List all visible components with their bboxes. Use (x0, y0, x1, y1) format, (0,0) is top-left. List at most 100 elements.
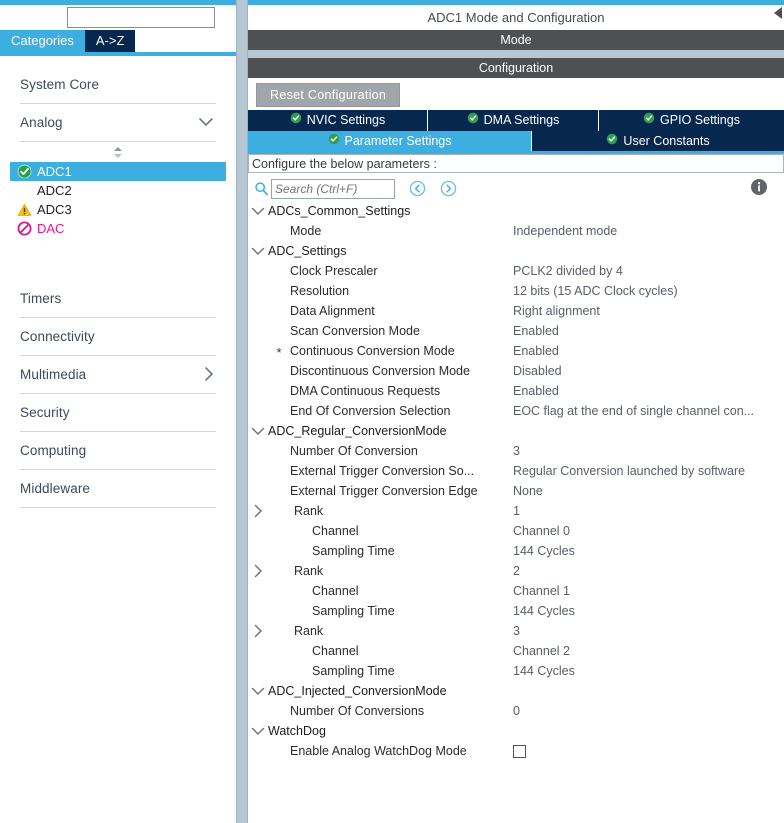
category-multimedia[interactable]: Multimedia (20, 356, 216, 394)
tree-param-row[interactable]: Sampling Time 144 Cycles (248, 601, 784, 621)
tree-row-value[interactable]: Right alignment (513, 304, 600, 318)
tab-nvic-settings[interactable]: NVIC Settings (248, 110, 428, 131)
tree-param-row[interactable]: Number Of Conversions 0 (248, 701, 784, 721)
search-icon (254, 181, 269, 196)
scroll-updown-icon[interactable] (10, 146, 226, 160)
tree-param-row[interactable]: External Trigger Conversion So... Regular… (248, 461, 784, 481)
peripheral-label: ADC1 (37, 164, 72, 179)
tree-row-value[interactable]: 3 (513, 444, 520, 458)
parameter-tree[interactable]: ADCs_Common_Settings Mode Independent mode… (248, 201, 784, 823)
chevron-down-icon[interactable] (248, 727, 268, 736)
left-tab-underline (0, 52, 236, 56)
tab-label: DMA Settings (483, 113, 560, 127)
check-circle-icon (16, 164, 32, 180)
tree-param-row[interactable]: * Continuous Conversion Mode Enabled (248, 341, 784, 361)
tree-row-value[interactable]: 2 (513, 564, 520, 578)
tree-rank-row[interactable]: Rank 3 (248, 621, 784, 641)
tree-param-row[interactable]: Number Of Conversion 3 (248, 441, 784, 461)
tree-param-row[interactable]: Scan Conversion Mode Enabled (248, 321, 784, 341)
tree-row-value[interactable]: 144 Cycles (513, 604, 575, 618)
category-middleware[interactable]: Middleware (20, 470, 216, 508)
tree-group-row[interactable]: WatchDog (248, 721, 784, 741)
category-timers[interactable]: Timers (20, 280, 216, 318)
tree-group-row[interactable]: ADC_Regular_ConversionMode (248, 421, 784, 441)
category-label: Analog (20, 115, 63, 130)
tree-row-value[interactable]: 1 (513, 504, 520, 518)
tree-rank-row[interactable]: Rank 2 (248, 561, 784, 581)
tab-a-to-z[interactable]: A->Z (84, 30, 136, 52)
peripheral-search-input[interactable] (67, 7, 215, 28)
chevron-down-icon[interactable] (248, 427, 268, 436)
tree-row-value[interactable]: Enabled (513, 384, 559, 398)
chevron-right-icon[interactable] (248, 504, 268, 518)
tree-row-value[interactable]: None (513, 484, 543, 498)
tree-param-row[interactable]: External Trigger Conversion Edge None (248, 481, 784, 501)
peripheral-item-adc2[interactable]: ADC2 (10, 181, 226, 200)
tree-param-row[interactable]: Channel Channel 1 (248, 581, 784, 601)
tree-row-value[interactable]: Enabled (513, 324, 559, 338)
chevron-down-icon[interactable] (248, 207, 268, 216)
tree-param-row[interactable]: Data Alignment Right alignment (248, 301, 784, 321)
tree-param-row[interactable]: Mode Independent mode (248, 221, 784, 241)
tree-row-value[interactable]: EOC flag at the end of single channel co… (513, 404, 754, 418)
category-analog[interactable]: Analog (20, 104, 216, 142)
reset-configuration-button[interactable]: Reset Configuration (256, 83, 401, 107)
tree-param-row[interactable]: Channel Channel 0 (248, 521, 784, 541)
tree-group-row[interactable]: ADCs_Common_Settings (248, 201, 784, 221)
peripheral-item-dac[interactable]: DAC (10, 219, 226, 238)
back-circle-icon[interactable] (409, 180, 426, 197)
mode-section-header[interactable]: Mode (248, 30, 784, 50)
tree-param-row[interactable]: Clock Prescaler PCLK2 divided by 4 (248, 261, 784, 281)
category-security[interactable]: Security (20, 394, 216, 432)
tab-gpio-settings[interactable]: GPIO Settings (599, 110, 784, 131)
tree-row-label: External Trigger Conversion Edge (290, 484, 478, 498)
tree-row-value[interactable]: 144 Cycles (513, 544, 575, 558)
tree-param-row[interactable]: Channel Channel 2 (248, 641, 784, 661)
parameter-search-input[interactable] (271, 178, 395, 199)
tree-row-value[interactable]: Disabled (513, 364, 562, 378)
tree-param-row[interactable]: Resolution 12 bits (15 ADC Clock cycles) (248, 281, 784, 301)
chevron-down-icon[interactable] (248, 247, 268, 256)
tree-param-row[interactable]: DMA Continuous Requests Enabled (248, 381, 784, 401)
enable-watchdog-checkbox[interactable] (513, 744, 526, 758)
tab-parameter-settings[interactable]: Parameter Settings (248, 131, 532, 151)
tree-row-value[interactable]: Enabled (513, 344, 559, 358)
category-computing[interactable]: Computing (20, 432, 216, 470)
tree-row-value[interactable]: Channel 0 (513, 524, 570, 538)
chevron-down-icon[interactable] (248, 687, 268, 696)
tree-row-value[interactable]: 3 (513, 624, 520, 638)
peripheral-item-adc3[interactable]: ADC3 (10, 200, 226, 219)
tree-group-row[interactable]: ADC_Settings (248, 241, 784, 261)
info-icon[interactable] (750, 178, 768, 201)
chevron-right-icon[interactable] (248, 564, 268, 578)
tree-param-row[interactable]: Discontinuous Conversion Mode Disabled (248, 361, 784, 381)
forward-circle-icon[interactable] (440, 180, 457, 197)
tree-row-value[interactable]: Regular Conversion launched by software (513, 464, 745, 478)
peripheral-item-adc1[interactable]: ADC1 (10, 162, 226, 181)
category-system-core[interactable]: System Core (20, 66, 216, 104)
tree-row-value[interactable]: Independent mode (513, 224, 617, 238)
tab-dma-settings[interactable]: DMA Settings (428, 110, 599, 131)
tree-param-row[interactable]: Sampling Time 144 Cycles (248, 541, 784, 561)
category-connectivity[interactable]: Connectivity (20, 318, 216, 356)
tree-row-value[interactable]: PCLK2 divided by 4 (513, 264, 623, 278)
tree-param-row[interactable]: Sampling Time 144 Cycles (248, 661, 784, 681)
tree-group-row[interactable]: ADC_Injected_ConversionMode (248, 681, 784, 701)
tree-param-row[interactable]: Enable Analog WatchDog Mode (248, 741, 784, 761)
tree-row-value[interactable]: 0 (513, 704, 520, 718)
tree-row-label: Continuous Conversion Mode (290, 344, 455, 358)
tab-user-constants[interactable]: User Constants (532, 131, 784, 151)
tree-row-value[interactable]: Channel 2 (513, 644, 570, 658)
tab-categories[interactable]: Categories (0, 30, 85, 52)
tree-row-value[interactable]: 144 Cycles (513, 664, 575, 678)
panel-splitter[interactable] (236, 0, 248, 823)
collapse-panel-arrow-icon[interactable] (772, 5, 784, 21)
chevron-right-icon[interactable] (248, 624, 268, 638)
tree-rank-row[interactable]: Rank 1 (248, 501, 784, 521)
chevron-right-icon (204, 366, 214, 384)
tree-row-value[interactable]: 12 bits (15 ADC Clock cycles) (513, 284, 678, 298)
configuration-section-header[interactable]: Configuration (248, 58, 784, 78)
tree-row-value[interactable]: Channel 1 (513, 584, 570, 598)
tree-param-row[interactable]: End Of Conversion Selection EOC flag at t… (248, 401, 784, 421)
